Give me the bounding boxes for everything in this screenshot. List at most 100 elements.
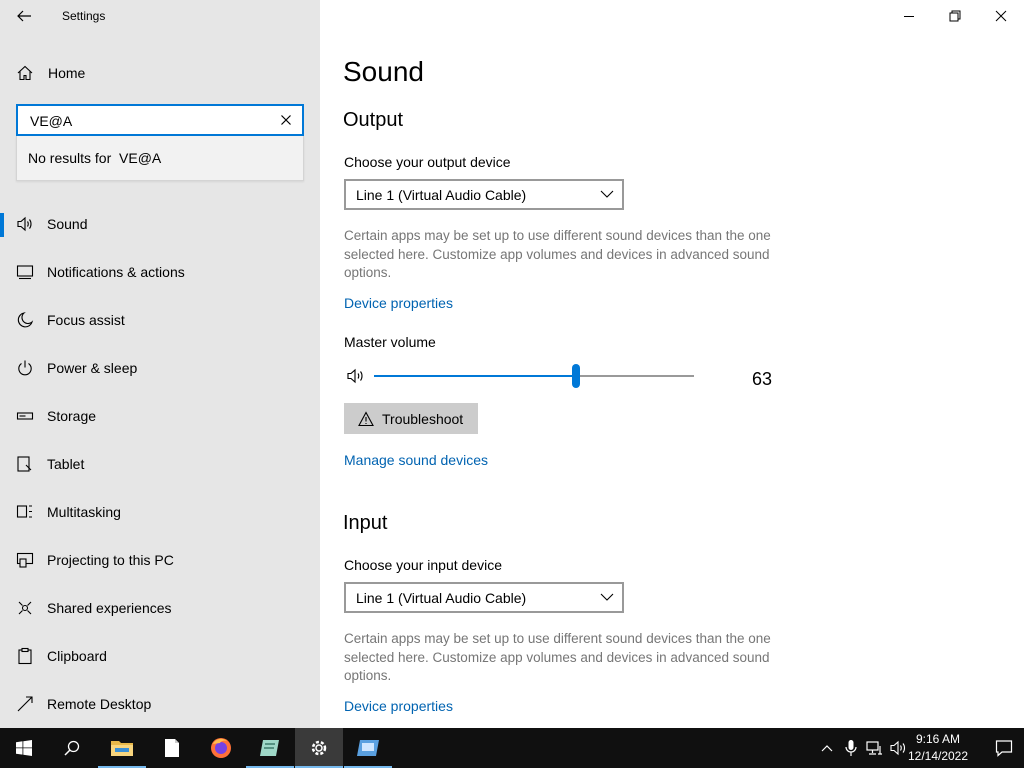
clear-search-icon[interactable] xyxy=(278,112,294,128)
output-device-select[interactable]: Line 1 (Virtual Audio Cable) xyxy=(344,179,624,210)
taskbar-app[interactable] xyxy=(246,728,294,768)
minimize-button[interactable] xyxy=(886,0,932,32)
page-title: Sound xyxy=(343,56,424,87)
settings-gear-icon xyxy=(311,740,327,756)
shared-experiences-icon xyxy=(18,601,32,615)
sidebar-item-label: Tablet xyxy=(47,456,85,472)
minimize-icon xyxy=(904,16,914,17)
volume-value: 63 xyxy=(752,369,773,389)
troubleshoot-label: Troubleshoot xyxy=(382,410,464,427)
sidebar-item-label: Projecting to this PC xyxy=(47,552,174,568)
sidebar-item-label: Remote Desktop xyxy=(47,696,152,712)
close-icon xyxy=(995,10,1007,22)
taskbar-firefox[interactable] xyxy=(197,728,245,768)
firefox-icon xyxy=(211,738,231,758)
sidebar-item-tablet[interactable]: Tablet xyxy=(0,444,320,484)
app-window-icon xyxy=(357,740,379,756)
sidebar-item-shared-experiences[interactable]: Shared experiences xyxy=(0,588,320,628)
search-input[interactable] xyxy=(30,111,270,131)
microphone-tray-button[interactable] xyxy=(842,739,860,757)
output-device-properties-link[interactable]: Device properties xyxy=(344,295,453,311)
taskbar-search-button[interactable] xyxy=(48,728,96,768)
taskbar-clock[interactable]: 9:16 AM 12/14/2022 xyxy=(906,731,970,765)
clock-date: 12/14/2022 xyxy=(907,749,969,763)
input-description: Certain apps may be set up to use differ… xyxy=(344,631,771,683)
clipboard-icon xyxy=(18,647,32,665)
troubleshoot-button[interactable]: Troubleshoot xyxy=(344,403,478,434)
taskbar-file-explorer[interactable] xyxy=(98,728,146,768)
sidebar-item-remote-desktop[interactable]: Remote Desktop xyxy=(0,684,320,724)
chevron-down-icon xyxy=(600,593,614,601)
slider-thumb[interactable] xyxy=(572,364,580,388)
app-icon xyxy=(260,740,279,756)
microphone-icon xyxy=(845,740,857,756)
volume-icon[interactable] xyxy=(346,366,366,386)
sidebar-item-multitasking[interactable]: Multitasking xyxy=(0,492,320,532)
manage-sound-devices-link[interactable]: Manage sound devices xyxy=(344,452,488,468)
sidebar-item-storage[interactable]: Storage xyxy=(0,396,320,436)
system-tray: 9:16 AM 12/14/2022 xyxy=(814,728,1024,768)
master-volume-row xyxy=(344,364,784,388)
moon-icon xyxy=(17,312,34,328)
action-center-button[interactable] xyxy=(995,739,1013,757)
file-explorer-icon xyxy=(111,741,133,756)
network-tray-button[interactable] xyxy=(866,739,884,757)
input-device-properties-link[interactable]: Device properties xyxy=(344,698,453,714)
notification-icon xyxy=(16,265,34,280)
sidebar-item-power-sleep[interactable]: Power & sleep xyxy=(0,348,320,388)
storage-icon xyxy=(16,412,34,420)
network-icon xyxy=(866,741,882,755)
input-heading: Input xyxy=(343,512,388,534)
app-title: Settings xyxy=(62,9,106,23)
taskbar: 9:16 AM 12/14/2022 xyxy=(0,728,1024,768)
restore-button[interactable] xyxy=(932,0,978,32)
taskbar-settings[interactable] xyxy=(295,728,343,768)
notepad-icon xyxy=(165,739,179,757)
output-description: Certain apps may be set up to use differ… xyxy=(344,228,771,280)
remote-desktop-icon xyxy=(17,696,33,712)
input-device-value: Line 1 (Virtual Audio Cable) xyxy=(356,590,527,606)
sidebar-item-projecting[interactable]: Projecting to this PC xyxy=(0,540,320,580)
main-content: Sound Output Choose your output device L… xyxy=(320,0,1024,728)
input-device-label: Choose your input device xyxy=(344,557,502,573)
search-box xyxy=(16,104,304,136)
start-button[interactable] xyxy=(0,728,48,768)
tablet-icon xyxy=(17,456,32,472)
chevron-down-icon xyxy=(600,190,614,198)
title-bar: Settings xyxy=(0,0,320,32)
multitasking-icon xyxy=(16,505,32,518)
speaker-icon xyxy=(17,216,32,232)
back-arrow-icon xyxy=(17,10,31,22)
close-button[interactable] xyxy=(978,0,1024,32)
sidebar-item-label: Clipboard xyxy=(47,648,107,664)
start-icon xyxy=(16,740,32,756)
show-hidden-icons-button[interactable] xyxy=(818,739,836,757)
home-label: Home xyxy=(48,65,86,81)
sidebar-item-label: Multitasking xyxy=(47,504,121,520)
sidebar-item-label: Storage xyxy=(47,408,97,424)
projecting-icon xyxy=(16,552,34,568)
sidebar-item-label: Notifications & actions xyxy=(47,264,185,280)
taskbar-app-window[interactable] xyxy=(344,728,392,768)
power-icon xyxy=(18,360,32,376)
sidebar-item-clipboard[interactable]: Clipboard xyxy=(0,636,320,676)
sidebar-item-sound[interactable]: Sound xyxy=(0,204,320,244)
taskbar-notepad[interactable] xyxy=(148,728,196,768)
sidebar-item-label: Power & sleep xyxy=(47,360,138,376)
sidebar-item-focus-assist[interactable]: Focus assist xyxy=(0,300,320,340)
output-device-label: Choose your output device xyxy=(344,154,511,170)
sidebar-item-label: Sound xyxy=(47,216,88,232)
sidebar: Settings Home No results for VE@A Sound … xyxy=(0,0,320,728)
sidebar-item-notifications[interactable]: Notifications & actions xyxy=(0,252,320,292)
notification-icon xyxy=(995,740,1013,757)
input-device-select[interactable]: Line 1 (Virtual Audio Cable) xyxy=(344,582,624,613)
window-controls xyxy=(886,0,1024,32)
search-results-dropdown: No results for VE@A xyxy=(16,136,304,181)
output-device-value: Line 1 (Virtual Audio Cable) xyxy=(356,187,527,203)
sidebar-item-home[interactable]: Home xyxy=(0,58,320,88)
master-volume-slider[interactable] xyxy=(374,364,694,388)
restore-icon xyxy=(949,10,961,22)
master-volume-label: Master volume xyxy=(344,334,436,350)
clock-time: 9:16 AM xyxy=(915,732,961,746)
back-button[interactable] xyxy=(10,4,38,28)
